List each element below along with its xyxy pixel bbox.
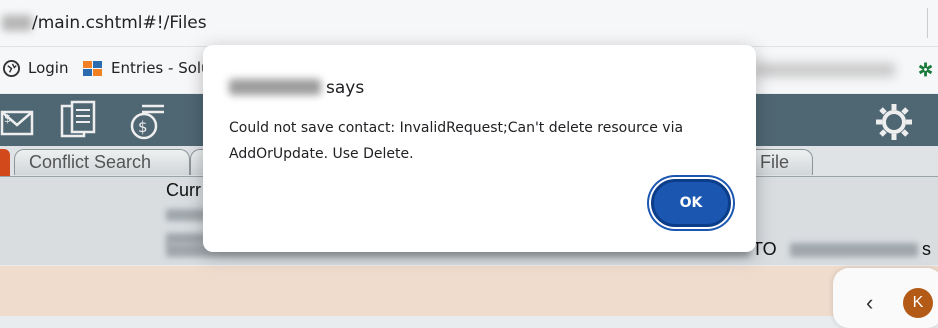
dialog-message: Could not save contact: InvalidRequest;C… [229, 120, 684, 162]
avatar-initial: K [912, 294, 924, 311]
alert-dialog: says Could not save contact: InvalidRequ… [203, 45, 756, 252]
dialog-title: says [326, 78, 365, 98]
gear-icon[interactable] [874, 102, 914, 142]
documents-icon[interactable] [58, 100, 98, 142]
avatar[interactable]: K [903, 288, 933, 318]
redacted-text [790, 243, 918, 257]
content-heading: Curr [166, 180, 201, 200]
bookmark-entries-label: Entries - Solur [111, 59, 217, 77]
svg-text:$: $ [4, 112, 11, 125]
svg-text:$: $ [138, 118, 148, 136]
billing-icon[interactable]: $ [128, 100, 170, 142]
globe-icon [3, 59, 20, 77]
email-money-icon[interactable]: $ [0, 100, 36, 140]
address-bar[interactable]: /main.cshtml#!/Files [0, 0, 938, 47]
bookmark-login[interactable]: Login [3, 59, 68, 77]
bookmark-login-label: Login [28, 59, 69, 77]
tab-conflict-search-label: Conflict Search [29, 152, 152, 172]
chevron-left-icon[interactable]: ‹ [866, 290, 873, 316]
extension-icon[interactable]: ✲ [918, 60, 933, 81]
content-end: s [922, 239, 931, 259]
redacted-text [166, 209, 206, 221]
active-tab-edge [0, 149, 10, 176]
address-bar-divider [927, 8, 928, 38]
stack-overflow-icon [83, 61, 102, 76]
bookmark-entries[interactable]: Entries - Solur [83, 59, 217, 77]
redacted-url-host [2, 15, 32, 31]
redacted-bookmark [755, 63, 895, 77]
tab-conflict-search[interactable]: Conflict Search [14, 149, 190, 175]
url-text[interactable]: /main.cshtml#!/Files [32, 13, 207, 33]
footer-band [0, 266, 938, 316]
tab-file-label: File [760, 152, 790, 172]
ok-button[interactable]: OK [651, 179, 731, 227]
redacted-origin [229, 79, 321, 95]
